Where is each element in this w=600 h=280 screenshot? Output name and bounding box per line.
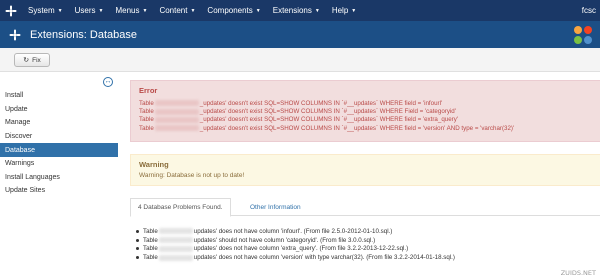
menu-label: Menus	[115, 6, 140, 15]
menu-label: Content	[159, 6, 188, 15]
error-prefix: Table	[139, 108, 154, 116]
sidebar-item-install[interactable]: Install	[0, 89, 118, 103]
caret-down-icon: ▼	[255, 7, 261, 14]
sidebar-menu: Install Update Manage Discover Database …	[0, 89, 118, 198]
caret-down-icon: ▼	[351, 7, 357, 14]
menu-components[interactable]: Components ▼	[201, 0, 266, 21]
error-message: Table _updates' doesn't exist SQL=SHOW CO…	[139, 99, 600, 107]
top-navbar: System ▼ Users ▼ Menus ▼ Content ▼ Component…	[0, 0, 600, 21]
sidebar: ↔ Install Update Manage Discover Databas…	[0, 72, 118, 280]
sidebar-item-update-sites[interactable]: Update Sites	[0, 184, 118, 198]
redacted-text	[154, 108, 199, 115]
menu-content[interactable]: Content ▼	[153, 0, 201, 21]
fix-button[interactable]: ↻ Fix	[14, 53, 50, 67]
menu-menus[interactable]: Menus ▼	[109, 0, 153, 21]
redacted-text	[158, 254, 193, 261]
error-alert: Error Table _updates' doesn't exist SQL=S…	[130, 80, 600, 142]
redacted-text	[154, 116, 199, 123]
refresh-icon: ↻	[23, 57, 30, 64]
problem-text: updates' should not have column 'categor…	[193, 236, 376, 244]
caret-down-icon: ▼	[190, 7, 196, 14]
error-heading: Error	[139, 86, 158, 95]
redacted-text	[158, 245, 193, 252]
list-item: Table updates' does not have column 'info…	[136, 227, 596, 236]
sidebar-item-warnings[interactable]: Warnings	[0, 157, 118, 171]
user-menu[interactable]: fcsc	[582, 0, 596, 21]
sidebar-item-install-languages[interactable]: Install Languages	[0, 171, 118, 185]
list-item: Table updates' does not have column 'vers…	[136, 253, 596, 262]
problems-list: Table updates' does not have column 'info…	[136, 227, 596, 262]
problem-prefix: Table	[143, 227, 158, 235]
problem-prefix: Table	[143, 254, 158, 262]
problem-text: updates' does not have column 'version' …	[193, 254, 455, 262]
problem-text: updates' does not have column 'extra_que…	[193, 245, 409, 253]
tab-other-information[interactable]: Other Information	[243, 198, 308, 216]
menu-label: System	[28, 6, 55, 15]
toolbar: ↻ Fix	[0, 48, 600, 72]
bullet-icon	[136, 229, 139, 233]
list-item: Table updates' should not have column 'ca…	[136, 236, 596, 245]
sidebar-item-discover[interactable]: Discover	[0, 130, 118, 144]
warning-heading: Warning	[139, 160, 169, 169]
menu-help[interactable]: Help ▼	[326, 0, 362, 21]
sidebar-item-manage[interactable]: Manage	[0, 116, 118, 130]
error-text: _updates' doesn't exist SQL=SHOW COLUMNS…	[199, 124, 515, 132]
redacted-text	[154, 125, 199, 132]
menu-system[interactable]: System ▼	[22, 0, 69, 21]
error-message: Table _updates' doesn't exist SQL=SHOW CO…	[139, 124, 600, 132]
error-message: Table _updates' doesn't exist SQL=SHOW CO…	[139, 107, 600, 115]
joomla-logo-icon[interactable]	[0, 0, 22, 21]
error-text: _updates' doesn't exist SQL=SHOW COLUMNS…	[199, 99, 443, 107]
redacted-text	[154, 100, 199, 107]
menu-label: Help	[331, 6, 349, 15]
problem-prefix: Table	[143, 245, 158, 253]
menu-label: Users	[74, 6, 96, 15]
joomla-brand-logo-icon	[572, 24, 594, 46]
warning-text: Warning: Database is not up to date!	[139, 172, 245, 179]
warning-alert: Warning Warning: Database is not up to d…	[130, 154, 600, 186]
caret-down-icon: ▼	[98, 7, 104, 14]
error-text: _updates' doesn't exist SQL=SHOW COLUMNS…	[199, 116, 458, 124]
caret-down-icon: ▼	[57, 7, 63, 14]
error-messages: Table _updates' doesn't exist SQL=SHOW CO…	[131, 95, 600, 133]
redacted-text	[158, 237, 193, 244]
main-menu: System ▼ Users ▼ Menus ▼ Content ▼ Component…	[22, 0, 362, 21]
error-prefix: Table	[139, 124, 154, 132]
problem-text: updates' does not have column 'infourl'.…	[193, 227, 393, 235]
watermark-text: ZUIDS.NET	[560, 269, 596, 277]
bullet-icon	[136, 256, 139, 260]
menu-label: Components	[207, 6, 253, 15]
redacted-text	[158, 228, 193, 235]
error-text: _updates' doesn't exist SQL=SHOW COLUMNS…	[199, 108, 456, 116]
joomla-puzzle-icon	[8, 28, 22, 42]
bullet-icon	[136, 247, 139, 251]
fix-button-label: Fix	[32, 56, 41, 64]
caret-down-icon: ▼	[314, 7, 320, 14]
page-header: Extensions: Database	[0, 21, 600, 48]
problem-prefix: Table	[143, 236, 158, 244]
menu-label: Extensions	[272, 6, 312, 15]
toggle-sidebar-icon[interactable]: ↔	[103, 77, 113, 87]
menu-users[interactable]: Users ▼	[69, 0, 110, 21]
caret-down-icon: ▼	[142, 7, 148, 14]
list-item: Table updates' does not have column 'extr…	[136, 245, 596, 254]
tab-bar: 4 Database Problems Found. Other Informa…	[130, 198, 600, 217]
tab-database-problems[interactable]: 4 Database Problems Found.	[130, 198, 231, 217]
error-message: Table _updates' doesn't exist SQL=SHOW CO…	[139, 116, 600, 124]
sidebar-item-database[interactable]: Database	[0, 143, 118, 157]
page-title: Extensions: Database	[30, 28, 138, 41]
bullet-icon	[136, 238, 139, 242]
error-prefix: Table	[139, 99, 154, 107]
user-menu-label: fcsc	[581, 6, 596, 15]
error-prefix: Table	[139, 116, 154, 124]
sidebar-item-update[interactable]: Update	[0, 103, 118, 117]
menu-extensions[interactable]: Extensions ▼	[267, 0, 326, 21]
